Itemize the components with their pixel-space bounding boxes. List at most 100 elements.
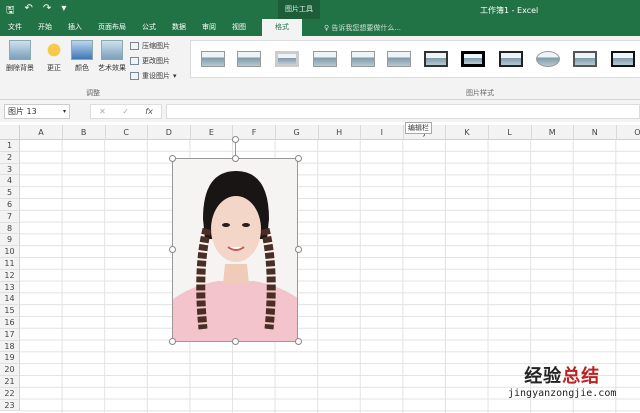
resize-handle[interactable] [295, 155, 302, 162]
picture-style[interactable] [275, 51, 299, 67]
tab-view[interactable]: 视图 [224, 19, 254, 36]
quick-access-toolbar: 🖫 ↶ ↷ ▾ [6, 3, 66, 20]
tab-format[interactable]: 格式 [262, 19, 302, 36]
remove-background-button[interactable]: 删除背景 [2, 40, 38, 73]
row-header-6[interactable]: 6 [0, 199, 20, 211]
label: 压缩图片 [142, 42, 170, 50]
picture-style[interactable] [573, 51, 597, 67]
column-header-H[interactable]: H [318, 125, 362, 140]
resize-handle[interactable] [232, 338, 239, 345]
row-header-20[interactable]: 20 [0, 364, 20, 376]
watermark: 经验总结 jingyanzongjie.com [508, 362, 616, 399]
row-header-16[interactable]: 16 [0, 317, 20, 329]
column-header-E[interactable]: E [190, 125, 234, 140]
selected-picture[interactable] [172, 158, 298, 342]
row-header-21[interactable]: 21 [0, 376, 20, 388]
resize-handle[interactable] [169, 155, 176, 162]
tab-review[interactable]: 审阅 [194, 19, 224, 36]
column-header-F[interactable]: F [233, 125, 276, 140]
picture-tools-label: 图片工具 [278, 0, 320, 19]
row-header-9[interactable]: 9 [0, 234, 20, 247]
row-header-1[interactable]: 1 [0, 140, 20, 152]
row-header-17[interactable]: 17 [0, 328, 20, 341]
reset-picture-icon [130, 72, 139, 80]
label: 删除背景 [6, 64, 34, 72]
row-header-4[interactable]: 4 [0, 175, 20, 188]
row-header-12[interactable]: 12 [0, 269, 20, 282]
artistic-effects-button[interactable]: 艺术效果 [94, 40, 130, 73]
picture-style[interactable] [424, 51, 448, 67]
column-header-D[interactable]: D [148, 125, 191, 140]
reset-picture-button[interactable]: 重设图片 ▾ [130, 71, 177, 81]
tell-me-text: 告诉我您想要做什么... [331, 24, 402, 32]
row-header-2[interactable]: 2 [0, 151, 20, 164]
row-header-11[interactable]: 11 [0, 258, 20, 270]
label: 重设图片 [142, 72, 170, 80]
tab-home[interactable]: 开始 [30, 19, 60, 36]
resize-handle[interactable] [295, 246, 302, 253]
row-header-19[interactable]: 19 [0, 352, 20, 365]
column-header-B[interactable]: B [63, 125, 106, 140]
tab-file[interactable]: 文件 [0, 19, 30, 36]
color-icon [71, 40, 93, 60]
picture-style[interactable] [461, 51, 485, 67]
picture-style[interactable] [499, 51, 523, 67]
row-header-3[interactable]: 3 [0, 163, 20, 176]
picture-style[interactable] [351, 51, 375, 67]
customize-qat-icon[interactable]: ▾ [61, 3, 66, 20]
column-header-G[interactable]: G [276, 125, 319, 140]
undo-icon[interactable]: ↶ [25, 3, 33, 20]
change-picture-button[interactable]: 更改图片 [130, 56, 170, 66]
picture-style[interactable] [611, 51, 635, 67]
row-header-22[interactable]: 22 [0, 387, 20, 400]
row-header-8[interactable]: 8 [0, 222, 20, 235]
formula-bar: 图片 13 ▾ ✕ ✓ fx [0, 100, 640, 122]
column-header-L[interactable]: L [489, 125, 532, 140]
picture-style[interactable] [313, 51, 337, 67]
insert-function-icon[interactable]: fx [145, 105, 153, 118]
picture-style[interactable] [237, 51, 261, 67]
picture-styles-group-label: 图片样式 [466, 89, 494, 97]
column-header-K[interactable]: K [446, 125, 489, 140]
tab-data[interactable]: 数据 [164, 19, 194, 36]
resize-handle[interactable] [295, 338, 302, 345]
compress-pictures-button[interactable]: 压缩图片 [130, 41, 170, 51]
row-header-10[interactable]: 10 [0, 246, 20, 258]
chevron-down-icon[interactable]: ▾ [63, 105, 66, 118]
column-header-I[interactable]: I [361, 125, 404, 140]
tell-me-search[interactable]: ♀ 告诉我您想要做什么... [324, 20, 401, 36]
row-header-7[interactable]: 7 [0, 210, 20, 223]
save-icon[interactable]: 🖫 [6, 3, 15, 20]
name-box[interactable]: 图片 13 ▾ [4, 104, 70, 119]
row-header-13[interactable]: 13 [0, 281, 20, 294]
remove-background-icon [9, 40, 31, 60]
row-header-15[interactable]: 15 [0, 305, 20, 317]
tab-page-layout[interactable]: 页面布局 [90, 19, 134, 36]
tab-formulas[interactable]: 公式 [134, 19, 164, 36]
row-header-14[interactable]: 14 [0, 293, 20, 306]
resize-handle[interactable] [169, 246, 176, 253]
enter-icon[interactable]: ✓ [122, 105, 129, 118]
row-header-18[interactable]: 18 [0, 340, 20, 353]
redo-icon[interactable]: ↷ [43, 3, 51, 20]
picture-style[interactable] [201, 51, 225, 67]
column-header-A[interactable]: A [20, 125, 63, 140]
tab-insert[interactable]: 插入 [60, 19, 90, 36]
resize-handle[interactable] [232, 155, 239, 162]
select-all-button[interactable] [0, 125, 20, 140]
column-header-O[interactable]: O [616, 125, 640, 140]
column-header-C[interactable]: C [105, 125, 149, 140]
rotate-handle[interactable] [232, 136, 239, 143]
formula-input[interactable] [166, 104, 640, 119]
watermark-url: jingyanzongjie.com [508, 388, 617, 399]
row-header-23[interactable]: 23 [0, 399, 20, 412]
cancel-icon[interactable]: ✕ [99, 105, 106, 118]
column-header-M[interactable]: M [531, 125, 575, 140]
picture-style[interactable] [387, 51, 411, 67]
resize-handle[interactable] [169, 338, 176, 345]
label: 艺术效果 [98, 64, 126, 72]
formula-buttons: ✕ ✓ fx [90, 104, 162, 119]
picture-style[interactable] [536, 51, 560, 67]
column-header-N[interactable]: N [574, 125, 617, 140]
row-header-5[interactable]: 5 [0, 187, 20, 199]
